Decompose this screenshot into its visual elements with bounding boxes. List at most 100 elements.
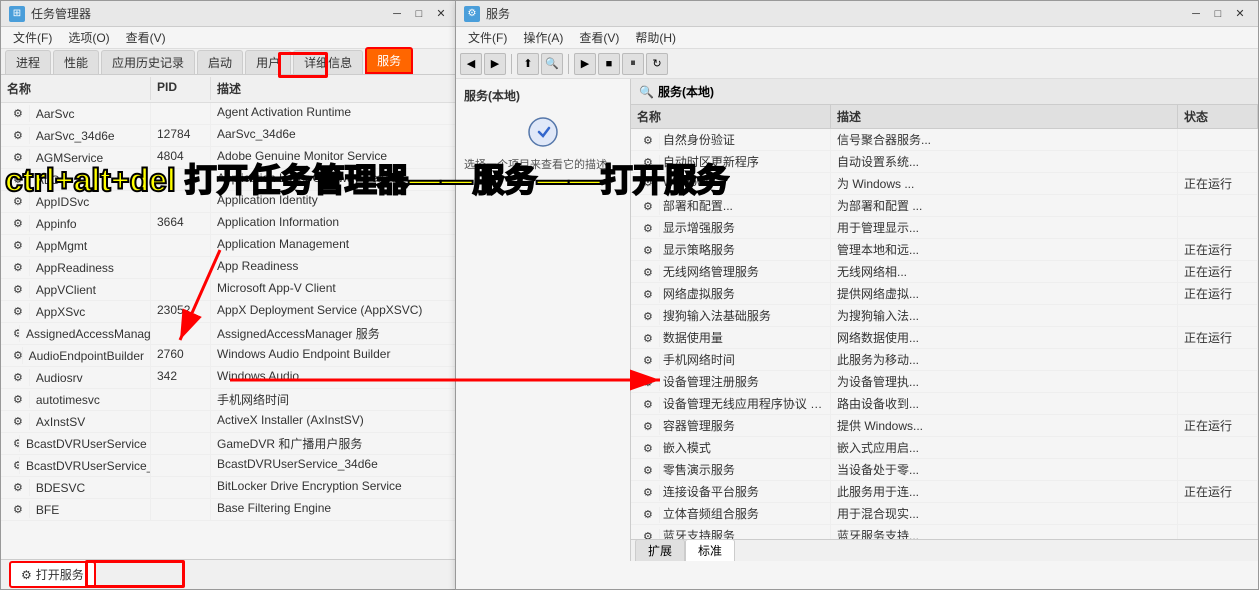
list-item[interactable]: ⚙自然身份验证 信号聚合器服务... xyxy=(631,129,1258,151)
table-row[interactable]: ⚙AudioEndpointBuilder 2760 Windows Audio… xyxy=(1,345,459,367)
svc-menu-action[interactable]: 操作(A) xyxy=(515,27,571,48)
table-row[interactable]: ⚙AarSvc_34d6e 12784 AarSvc_34d6e xyxy=(1,125,459,147)
toolbar-stop[interactable]: ■ xyxy=(598,53,620,75)
col-desc[interactable]: 描述 xyxy=(211,77,459,100)
col-name[interactable]: 名称 xyxy=(1,77,151,100)
svc-menu-help[interactable]: 帮助(H) xyxy=(627,27,684,48)
list-item[interactable]: ⚙零售演示服务 当设备处于零... xyxy=(631,459,1258,481)
toolbar-pause[interactable]: ⏸ xyxy=(622,53,644,75)
service-desc: BitLocker Drive Encryption Service xyxy=(211,477,459,498)
list-item[interactable]: ⚙手机网络时间 此服务为移动... xyxy=(631,349,1258,371)
services-content: 服务(本地) 选择一个项目来查看它的描述。 🔍 服务(本地) 名称 描述 状态 xyxy=(456,79,1258,561)
svc-menu-file[interactable]: 文件(F) xyxy=(460,27,515,48)
table-row[interactable]: ⚙Appinfo 3664 Application Information xyxy=(1,213,459,235)
service-desc: ActiveX Installer (AxInstSV) xyxy=(211,411,459,432)
tab-standard[interactable]: 标准 xyxy=(685,539,735,561)
table-header: 名称 PID 描述 xyxy=(1,75,459,103)
table-row[interactable]: ⚙AppIDSvc Application Identity xyxy=(1,191,459,213)
tab-process[interactable]: 进程 xyxy=(5,50,51,74)
menu-view[interactable]: 查看(V) xyxy=(118,27,174,48)
svc-gear-icon: ⚙ xyxy=(637,441,660,457)
svc-menu-view[interactable]: 查看(V) xyxy=(571,27,627,48)
list-item[interactable]: ⚙网络虚拟服务 提供网络虚拟... 正在运行 xyxy=(631,283,1258,305)
services-maximize-button[interactable]: □ xyxy=(1208,6,1228,22)
col-pid[interactable]: PID xyxy=(151,77,211,100)
svc-status: 正在运行 xyxy=(1178,261,1258,282)
table-row[interactable]: ⚙AssignedAccessManager... AssignedAccess… xyxy=(1,323,459,345)
list-item[interactable]: ⚙Windows ... 为 Windows ... 正在运行 xyxy=(631,173,1258,195)
services-panel-icon xyxy=(523,112,563,152)
service-name: ⚙Audiosrv xyxy=(1,367,151,388)
list-item[interactable]: ⚙数据使用量 网络数据使用... 正在运行 xyxy=(631,327,1258,349)
left-panel-title: 服务(本地) xyxy=(464,87,622,104)
menu-options[interactable]: 选项(O) xyxy=(60,27,117,48)
tab-details[interactable]: 详细信息 xyxy=(293,50,363,74)
toolbar-up[interactable]: ⬆ xyxy=(517,53,539,75)
table-row[interactable]: ⚙BFE Base Filtering Engine xyxy=(1,499,459,521)
table-row[interactable]: ⚙BDESVC BitLocker Drive Encryption Servi… xyxy=(1,477,459,499)
list-item[interactable]: ⚙立体音频组合服务 用于混合现实... xyxy=(631,503,1258,525)
table-row[interactable]: ⚙AarSvc Agent Activation Runtime xyxy=(1,103,459,125)
list-item[interactable]: ⚙自动时区更新程序 自动设置系统... xyxy=(631,151,1258,173)
table-row[interactable]: ⚙Audiosrv 342 Windows Audio xyxy=(1,367,459,389)
services-minimize-button[interactable]: ─ xyxy=(1186,6,1206,22)
svc-gear-icon: ⚙ xyxy=(637,353,660,369)
row-gear-icon: ⚙ xyxy=(7,237,30,254)
tab-performance[interactable]: 性能 xyxy=(53,50,99,74)
open-services-button[interactable]: ⚙ 打开服务 xyxy=(9,561,96,588)
svc-name: ⚙部署和配置... xyxy=(631,195,831,216)
service-pid xyxy=(151,389,211,410)
toolbar-play[interactable]: ▶ xyxy=(574,53,596,75)
close-button[interactable]: ✕ xyxy=(431,6,451,22)
list-item[interactable]: ⚙显示增强服务 用于管理显示... xyxy=(631,217,1258,239)
services-close-button[interactable]: ✕ xyxy=(1230,6,1250,22)
list-item[interactable]: ⚙部署和配置... 为部署和配置 ... xyxy=(631,195,1258,217)
minimize-button[interactable]: ─ xyxy=(387,6,407,22)
svc-gear-icon: ⚙ xyxy=(637,507,660,523)
list-item[interactable]: ⚙容器管理服务 提供 Windows... 正在运行 xyxy=(631,415,1258,437)
tab-startup[interactable]: 启动 xyxy=(197,50,243,74)
service-name: ⚙AppIDSvc xyxy=(1,191,151,212)
services-main-header: 🔍 服务(本地) xyxy=(631,79,1258,105)
toolbar-forward[interactable]: ▶ xyxy=(484,53,506,75)
tab-users[interactable]: 用户 xyxy=(245,50,291,74)
toolbar-refresh[interactable]: ↻ xyxy=(646,53,668,75)
svc-gear-icon: ⚙ xyxy=(637,397,660,413)
list-item[interactable]: ⚙连接设备平台服务 此服务用于连... 正在运行 xyxy=(631,481,1258,503)
table-row[interactable]: ⚙AppVClient Microsoft App-V Client xyxy=(1,279,459,301)
svc-desc: 信号聚合器服务... xyxy=(831,129,1178,150)
list-item[interactable]: ⚙设备管理无线应用程序协议 (WAP) 推送... 路由设备收到... xyxy=(631,393,1258,415)
list-item[interactable]: ⚙搜狗输入法基础服务 为搜狗输入法... xyxy=(631,305,1258,327)
menu-file[interactable]: 文件(F) xyxy=(5,27,60,48)
table-row[interactable]: ⚙AxInstSV ActiveX Installer (AxInstSV) xyxy=(1,411,459,433)
table-row[interactable]: ⚙AppReadiness App Readiness xyxy=(1,257,459,279)
table-row[interactable]: ⚙BcastDVRUserService GameDVR 和广播用户服务 xyxy=(1,433,459,455)
table-row[interactable]: ⚙AppMgmt Application Management xyxy=(1,235,459,257)
toolbar-search[interactable]: 🔍 xyxy=(541,53,563,75)
svc-name: ⚙搜狗输入法基础服务 xyxy=(631,305,831,326)
service-name: ⚙AudioEndpointBuilder xyxy=(1,345,151,366)
list-item[interactable]: ⚙嵌入模式 嵌入式应用启... xyxy=(631,437,1258,459)
list-item[interactable]: ⚙无线网络管理服务 无线网络相... 正在运行 xyxy=(631,261,1258,283)
service-name: ⚙AxInstSV xyxy=(1,411,151,432)
tab-services[interactable]: 服务 xyxy=(365,47,413,74)
svc-col-desc[interactable]: 描述 xyxy=(831,105,1178,128)
service-desc: Application Management xyxy=(211,235,459,256)
svc-col-status[interactable]: 状态 xyxy=(1178,105,1258,128)
table-row[interactable]: ⚙BcastDVRUserService_34... BcastDVRUserS… xyxy=(1,455,459,477)
toolbar-sep1 xyxy=(511,54,512,74)
list-item[interactable]: ⚙显示策略服务 管理本地和远... 正在运行 xyxy=(631,239,1258,261)
list-item[interactable]: ⚙设备管理注册服务 为设备管理执... xyxy=(631,371,1258,393)
table-row[interactable]: ⚙autotimesvc 手机网络时间 xyxy=(1,389,459,411)
tab-apphistory[interactable]: 应用历史记录 xyxy=(101,50,195,74)
table-row[interactable]: ⚙AGMService 4804 Adobe Genuine Monitor S… xyxy=(1,147,459,169)
tab-expand[interactable]: 扩展 xyxy=(635,539,685,561)
table-row[interactable]: ⚙ALG Application Layer Gateway Service xyxy=(1,169,459,191)
svc-col-name[interactable]: 名称 xyxy=(631,105,831,128)
toolbar-back[interactable]: ◀ xyxy=(460,53,482,75)
list-item[interactable]: ⚙蓝牙支持服务 蓝牙服务支持... xyxy=(631,525,1258,539)
maximize-button[interactable]: □ xyxy=(409,6,429,22)
svc-gear-icon: ⚙ xyxy=(637,485,660,501)
row-gear-icon: ⚙ xyxy=(7,501,30,518)
table-row[interactable]: ⚙AppXSvc 23052 AppX Deployment Service (… xyxy=(1,301,459,323)
